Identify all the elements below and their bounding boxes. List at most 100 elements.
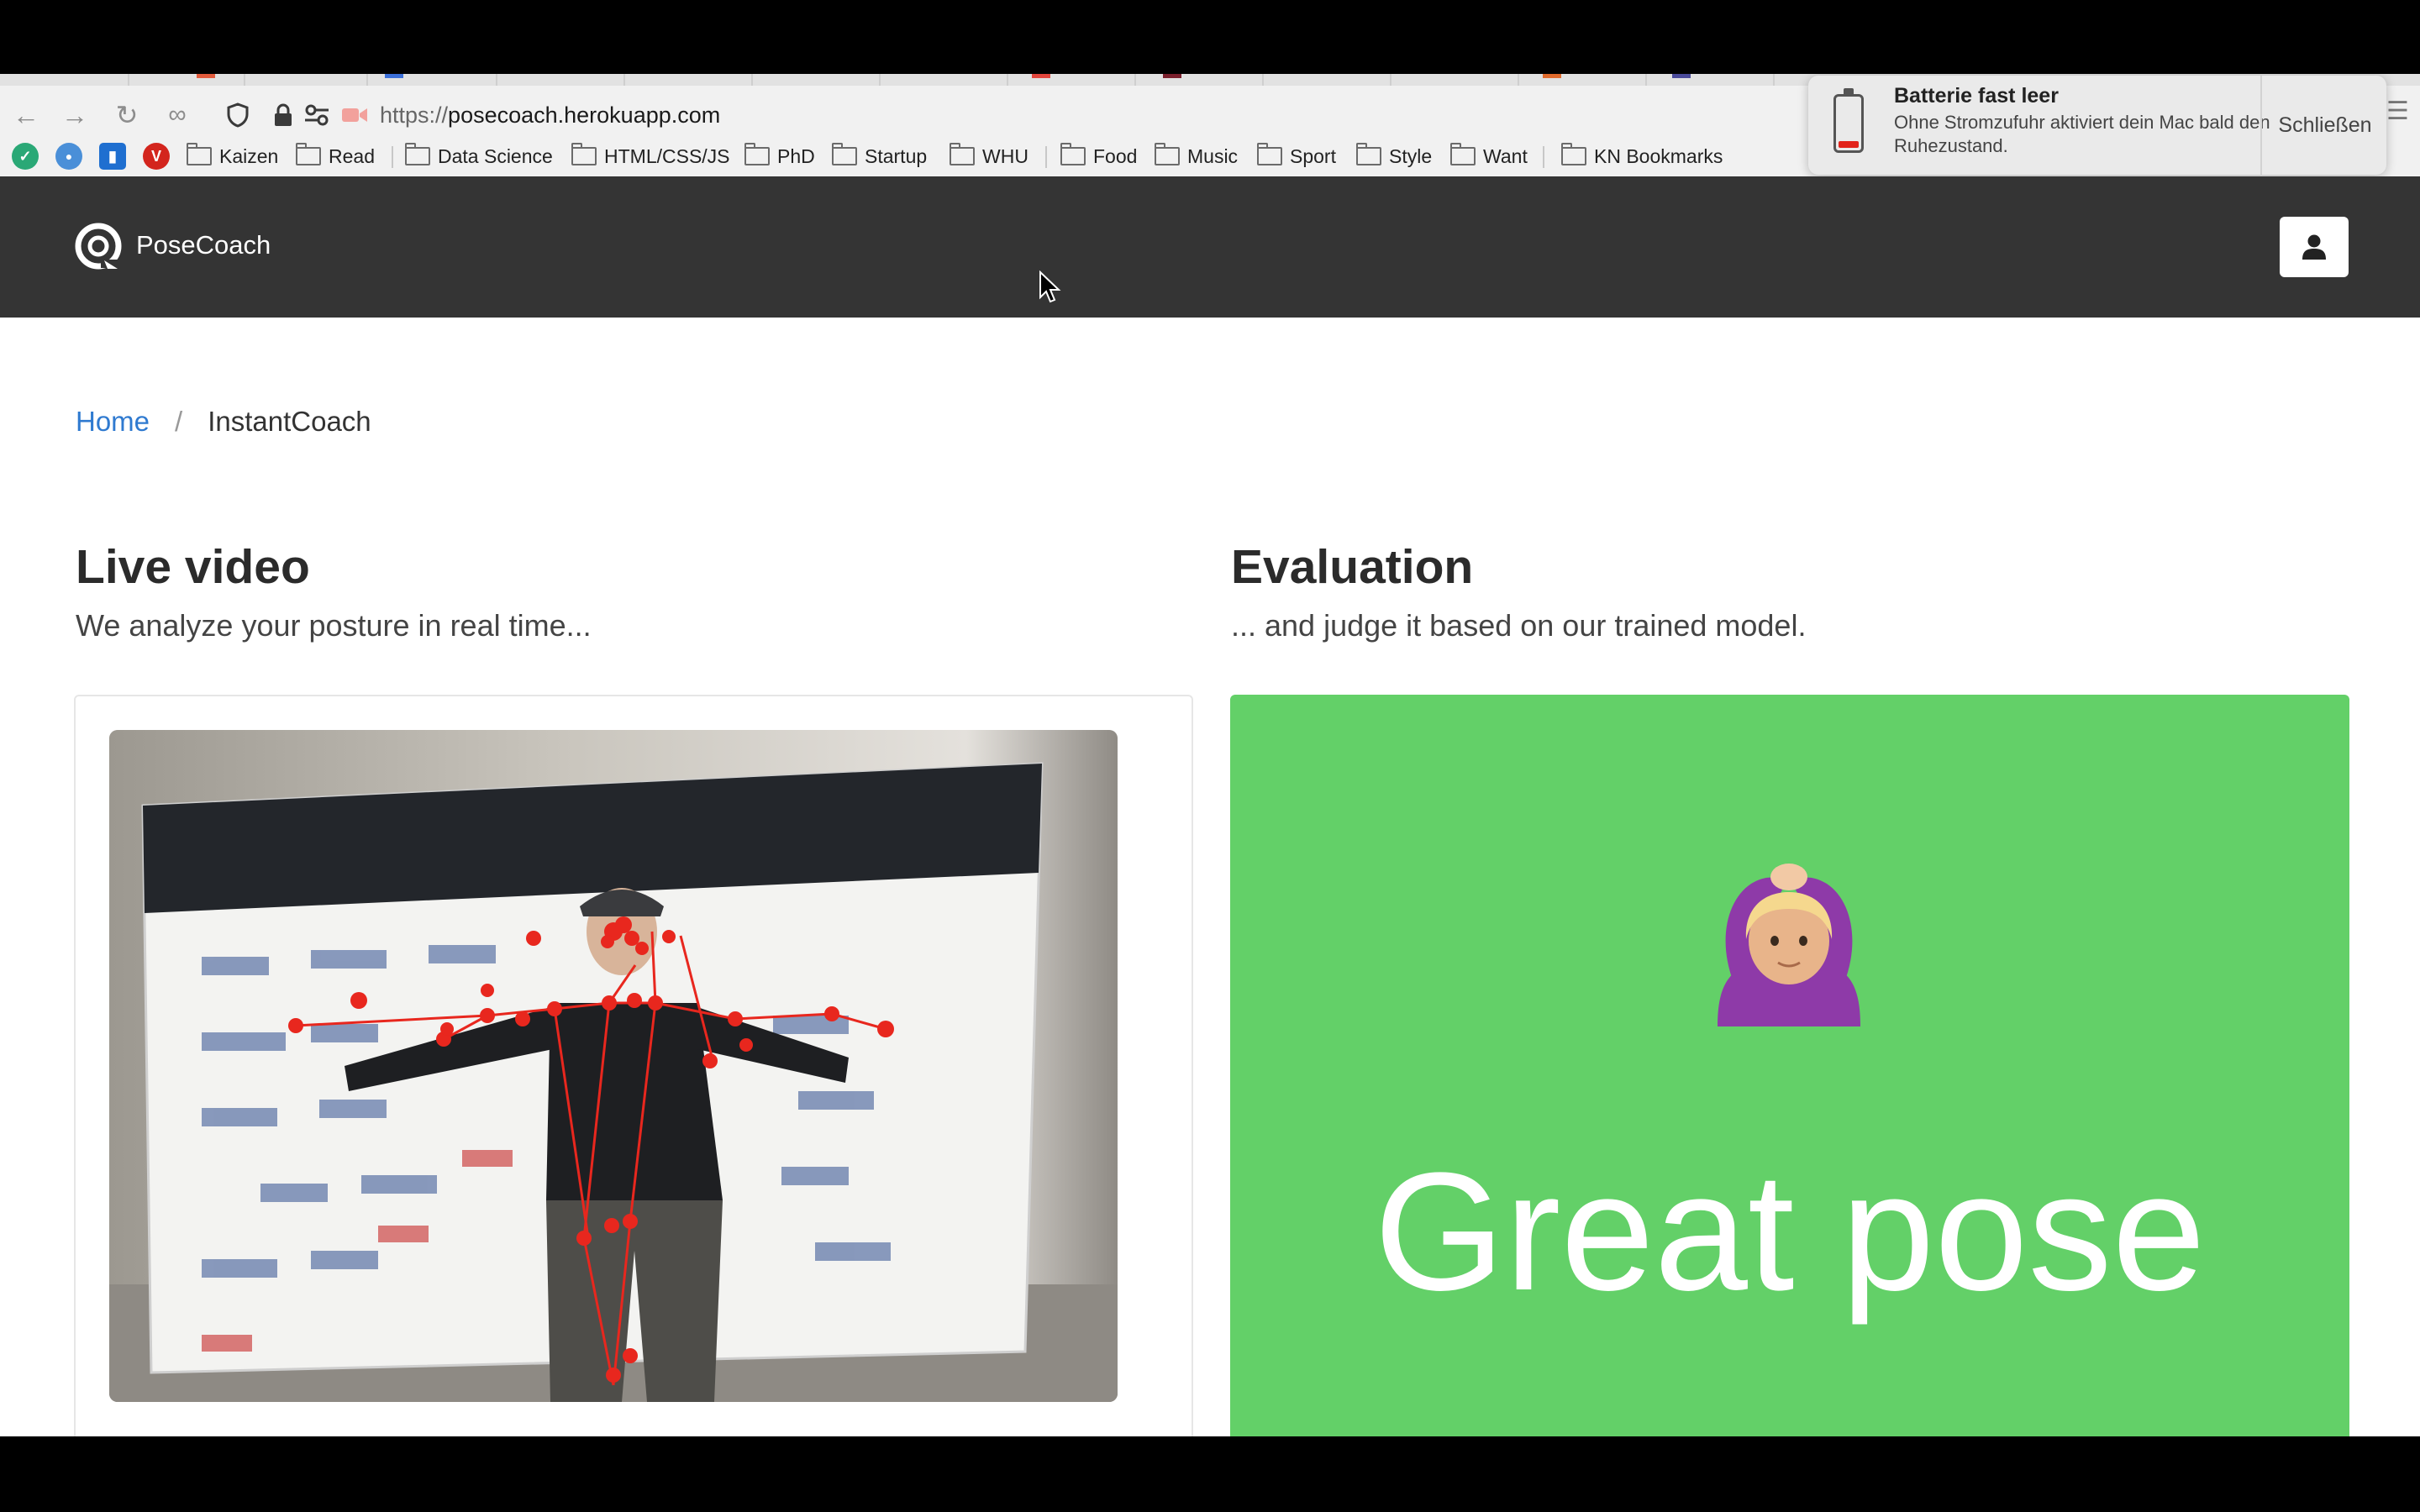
bookmark-label: Startup: [865, 144, 928, 167]
bookmark-folder[interactable]: HTML/CSS/JS: [571, 138, 730, 175]
bookmark-folder[interactable]: Music: [1155, 138, 1238, 175]
bookmark-label: PhD: [777, 144, 815, 167]
evaluation-subtitle: ... and judge it based on our trained mo…: [1231, 608, 1807, 643]
bookmark-folder[interactable]: Sport: [1257, 138, 1336, 175]
tab-separator: [1773, 74, 1775, 86]
bookmark-folder[interactable]: Kaizen: [187, 138, 278, 175]
folder-icon: [1356, 143, 1381, 165]
tab-separator: [244, 74, 245, 86]
tab-separator: [1134, 74, 1136, 86]
bookmark-folder[interactable]: PhD: [744, 138, 815, 175]
pose-skeleton-overlay: [109, 730, 1118, 1402]
bookmark-separator: [392, 146, 393, 168]
page-viewport: PoseCoach Home / InstantCoach Live video W…: [0, 176, 2420, 1436]
tab-favicon: [1672, 74, 1691, 78]
evaluation-heading: Evaluation: [1231, 540, 1474, 594]
tab-favicon: [1543, 74, 1561, 78]
lock-icon[interactable]: [271, 99, 296, 131]
folder-icon: [187, 143, 212, 165]
permissions-icon[interactable]: [302, 99, 331, 131]
bookmark-folder[interactable]: Style: [1356, 138, 1432, 175]
trello-icon[interactable]: ▮: [99, 143, 126, 170]
tab-separator: [1262, 74, 1264, 86]
brand-name[interactable]: PoseCoach: [136, 227, 271, 264]
folder-icon: [1060, 143, 1086, 165]
bookmark-label: HTML/CSS/JS: [604, 144, 730, 167]
reload-icon[interactable]: ↻: [111, 99, 143, 131]
bookmark-label: Data Science: [438, 144, 553, 167]
bookmark-label: Read: [329, 144, 375, 167]
live-video-card: [74, 695, 1193, 1436]
bookmark-folder[interactable]: Startup: [832, 138, 927, 175]
bookmark-label: Style: [1389, 144, 1433, 167]
breadcrumb-current: InstantCoach: [208, 406, 371, 437]
tab-separator: [879, 74, 881, 86]
bookmark-folder[interactable]: WHU: [950, 138, 1028, 175]
camera-icon[interactable]: [339, 99, 370, 131]
bookmark-separator: [1543, 146, 1544, 168]
notification-close-button[interactable]: Schließen: [2264, 76, 2386, 175]
bookmark-app-icon[interactable]: ●: [55, 143, 82, 170]
mouse-cursor-icon: [1039, 270, 1061, 303]
bookmark-folder[interactable]: KN Bookmarks: [1561, 138, 1723, 175]
posecoach-logo-icon[interactable]: [74, 222, 123, 270]
user-menu-button[interactable]: [2280, 217, 2349, 277]
breadcrumb-separator: /: [175, 406, 183, 437]
battery-notification[interactable]: Batterie fast leer Ohne Stromzufuhr akti…: [1808, 76, 2386, 175]
tab-favicon: [1032, 74, 1050, 78]
tab-separator: [623, 74, 625, 86]
back-arrow-icon[interactable]: ←: [10, 99, 42, 131]
tab-separator: [751, 74, 753, 86]
breadcrumb-home-link[interactable]: Home: [76, 406, 150, 437]
tab-favicon: [1163, 74, 1181, 78]
folder-icon: [744, 143, 770, 165]
user-icon: [2302, 234, 2326, 260]
tab-separator: [128, 74, 129, 86]
folder-icon: [1155, 143, 1180, 165]
bookmark-folder[interactable]: Read: [296, 138, 375, 175]
live-video-subtitle: We analyze your posture in real time...: [76, 608, 592, 643]
url-bar[interactable]: https://posecoach.herokuapp.com: [380, 99, 720, 131]
folder-icon: [1450, 143, 1476, 165]
webcam-video: [109, 730, 1118, 1402]
bookmark-label: Kaizen: [219, 144, 279, 167]
bookmark-label: Want: [1483, 144, 1528, 167]
bookmark-label: Food: [1093, 144, 1138, 167]
folder-icon: [1257, 143, 1282, 165]
folder-icon: [405, 143, 430, 165]
folder-icon: [571, 143, 597, 165]
bookmark-app-icon[interactable]: ✓: [12, 143, 39, 170]
person-gesturing-ok-icon: [1718, 864, 1860, 1026]
battery-low-icon: [1833, 88, 1864, 153]
menu-icon[interactable]: ☰: [2386, 99, 2412, 124]
bookmark-label: Sport: [1290, 144, 1336, 167]
vivaldi-icon[interactable]: V: [143, 143, 170, 170]
bookmark-label: WHU: [982, 144, 1028, 167]
tab-separator: [1007, 74, 1008, 86]
infinity-icon[interactable]: ∞: [161, 99, 193, 131]
tab-separator: [1645, 74, 1647, 86]
folder-icon: [296, 143, 321, 165]
notification-divider: [2260, 76, 2262, 175]
tab-separator: [1390, 74, 1392, 86]
bookmark-separator: [1045, 146, 1047, 168]
shield-icon[interactable]: [224, 99, 252, 131]
bookmark-folder[interactable]: Want: [1450, 138, 1528, 175]
bookmark-folder[interactable]: Food: [1060, 138, 1137, 175]
bookmark-label: Music: [1187, 144, 1239, 167]
evaluation-card: Great pose: [1230, 695, 2349, 1436]
live-video-heading: Live video: [76, 540, 310, 594]
url-host: posecoach.herokuapp.com: [448, 102, 721, 128]
tab-separator: [1518, 74, 1519, 86]
notification-title: Batterie fast leer: [1894, 84, 2059, 108]
folder-icon: [950, 143, 975, 165]
tab-favicon: [385, 74, 403, 78]
tab-separator: [366, 74, 368, 86]
bookmark-folder[interactable]: Data Science: [405, 138, 553, 175]
forward-arrow-icon[interactable]: →: [59, 99, 91, 131]
tab-favicon: [197, 74, 215, 78]
app-navbar: PoseCoach: [0, 176, 2420, 318]
notification-message: Ohne Stromzufuhr aktiviert dein Mac bald…: [1894, 112, 2270, 156]
tab-separator: [496, 74, 497, 86]
breadcrumb: Home / InstantCoach: [76, 396, 371, 447]
